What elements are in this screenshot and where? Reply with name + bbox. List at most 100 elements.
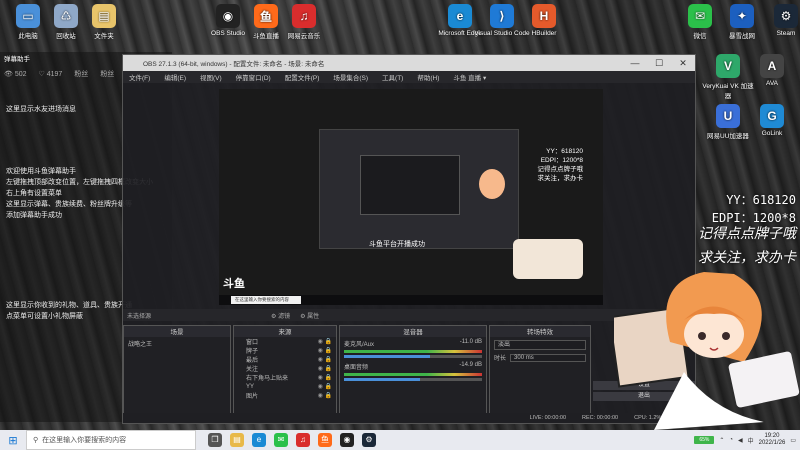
app-icon: ✉ [688, 4, 712, 28]
visibility-lock-icons[interactable]: ◉ 🔒 [318, 383, 336, 390]
taskbar-app-douyu[interactable]: 鱼 [318, 433, 332, 447]
preview-douyu-logo: 斗鱼 [223, 278, 245, 290]
volume-slider[interactable] [344, 355, 482, 358]
taskbar-app-netease[interactable]: ♫ [296, 433, 310, 447]
desktop-icon[interactable]: ♫ 网易云音乐 [276, 4, 332, 40]
taskbar-app-obs[interactable]: ◉ [340, 433, 354, 447]
desktop-icon[interactable]: G GoLink [744, 104, 800, 137]
app-icon: e [448, 4, 472, 28]
speaker-icon[interactable]: ◀ [738, 437, 743, 444]
volume-slider[interactable] [344, 378, 482, 381]
duration-input[interactable]: 300 ms [510, 353, 586, 362]
desktop-icon-label: Steam [776, 30, 796, 37]
visibility-lock-icons[interactable]: ◉ 🔒 [318, 374, 336, 381]
app-icon: H [532, 4, 556, 28]
menu-view[interactable]: 视图(V) [200, 72, 222, 82]
windows-start-icon[interactable]: ⊞ [0, 434, 26, 447]
battery-indicator[interactable]: 65% [694, 436, 715, 444]
obs-preview[interactable]: 斗鱼平台开播成功 YY：618120 EDPI：1200*8 记得点点牌子哦 求… [219, 89, 603, 305]
minimize-button[interactable]: — [623, 58, 647, 69]
desktop-icon[interactable]: ⚙ Steam [758, 4, 800, 37]
maximize-button[interactable]: ☐ [647, 58, 671, 69]
taskbar-app-edge[interactable]: e [252, 433, 266, 447]
filters-button[interactable]: ⚙ 滤镜 [271, 311, 290, 320]
properties-button[interactable]: ⚙ 属性 [300, 311, 319, 320]
source-item[interactable]: 窗口 ◉ 🔒 [234, 337, 336, 346]
volume-meter [344, 373, 482, 376]
clock-time: 19:20 [764, 433, 780, 439]
desktop-icon[interactable]: ▤ 文件夹 [76, 4, 132, 40]
notification-icon[interactable]: ▭ [790, 437, 796, 444]
menu-file[interactable]: 文件(F) [129, 72, 150, 82]
visibility-lock-icons[interactable]: ◉ 🔒 [318, 365, 336, 372]
menu-scene-collection[interactable]: 场景集合(S) [333, 72, 368, 82]
mixer-dock: 混音器 麦克风/Aux -11.0 dB 桌面音频 -14.9 dB [339, 325, 487, 423]
desktop-icon-label: 文件夹 [94, 33, 114, 40]
app-icon: ♺ [54, 4, 78, 28]
taskbar-app-wechat[interactable]: ✉ [274, 433, 288, 447]
app-icon: 鱼 [254, 4, 278, 28]
mixer-track-name: 桌面音频 [344, 365, 369, 371]
scene-item[interactable]: 战略之王 [124, 339, 230, 348]
source-item[interactable]: 最后 ◉ 🔒 [234, 355, 336, 364]
menu-docks[interactable]: 停靠窗口(D) [236, 72, 271, 82]
app-icon: ◉ [216, 4, 240, 28]
transition-select[interactable]: 淡出 [494, 340, 586, 350]
menu-edit[interactable]: 编辑(E) [164, 72, 186, 82]
mixer-track-header: 麦克风/Aux -11.0 dB [344, 339, 482, 348]
anime-girl-illustration [614, 272, 800, 430]
overlay-line1: 记得点点牌子哦 [698, 226, 796, 242]
overlay-yy: YY：618120 [726, 193, 796, 207]
taskbar-app-explorer[interactable]: ▤ [230, 433, 244, 447]
menu-profile[interactable]: 配置文件(P) [285, 72, 320, 82]
obs-window[interactable]: OBS 27.1.3 (64-bit, windows) - 配置文件: 未命名… [122, 54, 696, 424]
source-name: 窗口 [246, 340, 259, 346]
taskbar-app-task-view[interactable]: ❒ [208, 433, 222, 447]
mixer-track-db: -14.9 dB [459, 362, 482, 368]
entry-messages: 这里显示水友进场消息 [6, 106, 76, 113]
desktop-icon[interactable]: H HBuilder [516, 4, 572, 37]
visibility-lock-icons[interactable]: ◉ 🔒 [318, 347, 336, 354]
source-name: 右下角马上贴来 [246, 376, 289, 382]
heat-count: ♡ 4197 [38, 71, 63, 78]
preview-script2: 求关注，求办卡 [537, 175, 584, 182]
chevron-up-icon[interactable]: ⌃ [719, 437, 724, 444]
preview-overlay-text: YY：618120 EDPI：1200*8 记得点点牌子哦 求关注，求办卡 [538, 147, 584, 183]
menu-douyu-live[interactable]: 斗鱼 直播 ▾ [453, 72, 486, 82]
clock[interactable]: 19:20 2022/1/26 [759, 433, 786, 447]
source-item[interactable]: YY ◉ 🔒 [234, 382, 336, 391]
sources-dock-title: 来源 [234, 326, 336, 337]
taskbar-search-box[interactable]: ⚲ 在这里输入你要搜索的内容 [26, 430, 196, 450]
mixer-track: 麦克风/Aux -11.0 dB [340, 337, 486, 360]
menu-tools[interactable]: 工具(T) [382, 72, 403, 82]
nested-inner-preview [360, 155, 460, 215]
source-item[interactable]: 右下角马上贴来 ◉ 🔒 [234, 373, 336, 382]
preview-search: 在这里输入你要搜索的内容 [231, 296, 301, 304]
live-status: LIVE: 00:00:00 [529, 415, 567, 421]
preview-yy: YY：618120 [546, 148, 583, 155]
taskbar-apps: ❒ ▤ e ✉ ♫ 鱼 ◉ ⚙ [208, 433, 376, 447]
visibility-lock-icons[interactable]: ◉ 🔒 [318, 392, 336, 399]
source-item[interactable]: 图片 ◉ 🔒 [234, 391, 336, 400]
source-item[interactable]: 关注 ◉ 🔒 [234, 364, 336, 373]
mixer-dock-title: 混音器 [340, 326, 486, 337]
app-icon: A [760, 54, 784, 78]
app-icon: ✦ [730, 4, 754, 28]
close-button[interactable]: ✕ [671, 58, 695, 69]
obs-titlebar[interactable]: OBS 27.1.3 (64-bit, windows) - 配置文件: 未命名… [123, 55, 695, 71]
preview-caption: 斗鱼平台开播成功 [369, 241, 425, 248]
app-icon: U [716, 104, 740, 128]
transitions-dock-title: 转场特效 [490, 326, 590, 337]
taskbar-app-steam[interactable]: ⚙ [362, 433, 376, 447]
network-icon[interactable]: ◔ [729, 437, 733, 443]
desktop-icon[interactable]: A AVA [744, 54, 800, 87]
visibility-lock-icons[interactable]: ◉ 🔒 [318, 338, 336, 345]
preview-anime-girl [479, 169, 505, 199]
app-icon: ⟩ [490, 4, 514, 28]
obs-title: OBS 27.1.3 (64-bit, windows) - 配置文件: 未命名… [143, 61, 325, 68]
ime-indicator[interactable]: 中 [748, 436, 754, 445]
menu-help[interactable]: 帮助(H) [417, 72, 439, 82]
source-item[interactable]: 牌子 ◉ 🔒 [234, 346, 336, 355]
visibility-lock-icons[interactable]: ◉ 🔒 [318, 356, 336, 363]
mixer-track: 桌面音频 -14.9 dB [340, 360, 486, 383]
